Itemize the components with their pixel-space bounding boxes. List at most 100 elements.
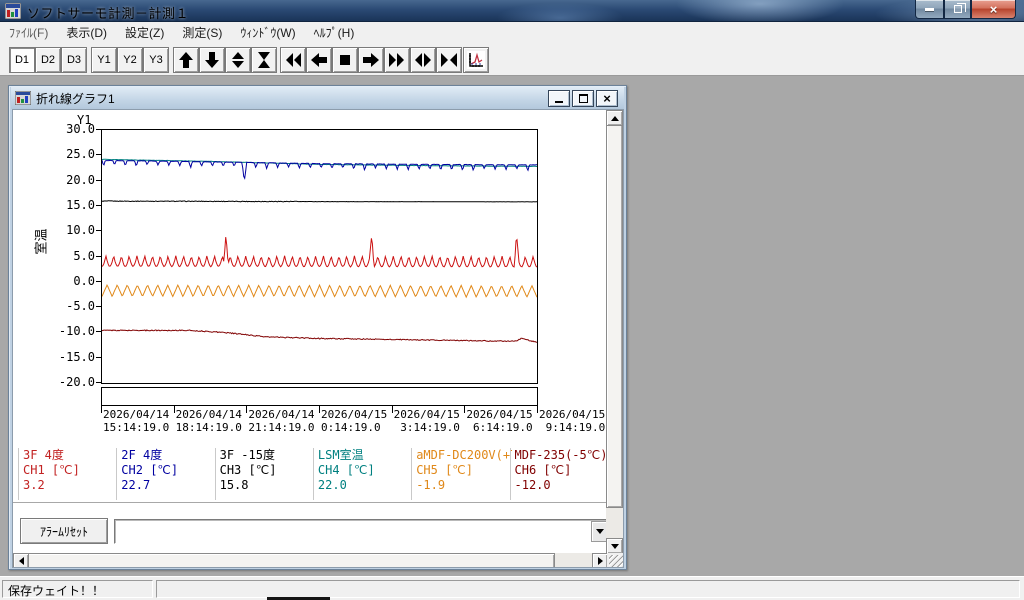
close-icon: × <box>990 3 998 16</box>
y-tick-label: 30.0 <box>51 122 95 136</box>
x-tick-mark <box>319 406 320 413</box>
toolbar-button-fast-forward-double-right-icon[interactable] <box>384 47 410 73</box>
scroll-right-button[interactable] <box>592 553 608 568</box>
legend-channel: CH2 [℃] <box>121 463 217 478</box>
close-button[interactable]: × <box>971 0 1016 19</box>
x-tick-mark <box>537 406 538 413</box>
menu-item-0[interactable]: ﾌｧｲﾙ(F) <box>0 22 57 43</box>
legend-channel: CH3 [℃] <box>220 463 316 478</box>
x-tick-date: 2026/04/14 <box>176 408 242 421</box>
alarm-reset-button[interactable]: ｱﾗｰﾑﾘｾｯﾄ <box>20 518 108 544</box>
menu-item-5[interactable]: ﾍﾙﾌﾟ(H) <box>305 22 364 43</box>
x-tick-date: 2026/04/15 <box>539 408 605 421</box>
x-tick-time: 15:14:19.0 <box>103 421 169 434</box>
legend-channel-3: 3F -15度CH3 [℃]15.8 <box>220 448 316 493</box>
legend-name: LSM室温 <box>318 448 414 463</box>
series-line-ch6 <box>102 330 537 342</box>
scroll-left-button[interactable] <box>13 553 29 568</box>
menu-item-2[interactable]: 設定(Z) <box>116 22 173 43</box>
status-message: 保存ウェイト！！ <box>2 580 153 598</box>
toolbar-button-scroll-down-arrow-down-icon[interactable] <box>199 47 225 73</box>
toolbar: D1D2D3Y1Y2Y3 <box>0 42 1024 76</box>
graph-maximize-button[interactable] <box>572 90 594 107</box>
toolbar-button-rewind-double-left-icon[interactable] <box>280 47 306 73</box>
arrow-up-icon <box>611 116 619 121</box>
y-tick-label: -20.0 <box>51 375 95 389</box>
plot-area <box>101 129 538 384</box>
toolbar-button-scroll-up-arrow-up-icon[interactable] <box>173 47 199 73</box>
x-tick-date: 2026/04/15 <box>394 408 460 421</box>
screen: ソフトサーモ計測－計測１ × ﾌｧｲﾙ(F)表示(D)設定(Z)測定(S)ｳｨﾝ… <box>0 0 1024 600</box>
window-title: ソフトサーモ計測－計測１ <box>27 3 189 22</box>
horizontal-scrollbar[interactable] <box>13 553 608 568</box>
legend-value: -1.9 <box>416 478 512 493</box>
menu-item-4[interactable]: ｳｨﾝﾄﾞｳ(W) <box>231 22 304 43</box>
legend-value: 3.2 <box>23 478 119 493</box>
minimize-icon <box>925 8 934 11</box>
toolbar-button-y1[interactable]: Y1 <box>91 47 117 73</box>
vertical-scrollbar[interactable] <box>606 110 623 554</box>
arrow-right-icon <box>598 557 603 565</box>
toolbar-button-shrink-horizontal-collapse-horz-icon[interactable] <box>436 47 462 73</box>
scroll-down-button[interactable] <box>606 538 623 554</box>
y-tick-label: 25.0 <box>51 147 95 161</box>
graph-close-button[interactable]: × <box>596 90 618 107</box>
horizontal-scrollbar-thumb[interactable] <box>13 553 555 568</box>
app-icon <box>5 3 21 19</box>
x-tick-time: 0:14:19.0 <box>321 421 381 434</box>
x-tick-date: 2026/04/14 <box>103 408 169 421</box>
legend-channel-6: MDF-235(-5℃)CH6 [℃]-12.0 <box>515 448 611 493</box>
x-tick-time: 21:14:19.0 <box>248 421 314 434</box>
graph-window-titlebar[interactable]: 折れ線グラフ1 × <box>11 87 624 109</box>
toolbar-button-step-left-arrow-left-icon[interactable] <box>306 47 332 73</box>
arrow-left-icon <box>19 557 24 565</box>
x-tick-mark <box>392 406 393 413</box>
chart-lines <box>102 130 537 383</box>
separator-line <box>13 502 624 504</box>
caption-buttons: × <box>915 0 1016 19</box>
toolbar-button-expand-horizontal-expand-horz-icon[interactable] <box>410 47 436 73</box>
scroll-up-button[interactable] <box>606 110 623 126</box>
x-tick-time: 6:14:19.0 <box>466 421 532 434</box>
y-tick-label: -10.0 <box>51 324 95 338</box>
legend-channel-2: 2F 4度CH2 [℃]22.7 <box>121 448 217 493</box>
toolbar-button-stop-stop-square-icon[interactable] <box>332 47 358 73</box>
legend-value: -12.0 <box>515 478 611 493</box>
toolbar-button-graph-settings-chart-icon[interactable] <box>463 47 489 73</box>
menu-item-3[interactable]: 測定(S) <box>173 22 231 43</box>
legend-separator <box>18 448 19 500</box>
x-tick-date: 2026/04/14 <box>248 408 314 421</box>
x-tick-date: 2026/04/15 <box>466 408 532 421</box>
legend-value: 15.8 <box>220 478 316 493</box>
toolbar-button-expand-vertical-expand-vert-icon[interactable] <box>225 47 251 73</box>
alarm-combo-box[interactable] <box>114 519 610 544</box>
graph-minimize-icon <box>555 101 563 103</box>
x-tick-mark <box>464 406 465 413</box>
arrow-down-icon <box>611 544 619 549</box>
toolbar-button-y2[interactable]: Y2 <box>117 47 143 73</box>
toolbar-button-y3[interactable]: Y3 <box>143 47 169 73</box>
graph-minimize-button[interactable] <box>548 90 570 107</box>
toolbar-button-d1[interactable]: D1 <box>9 47 35 73</box>
window-titlebar: ソフトサーモ計測－計測１ × <box>0 0 1024 22</box>
toolbar-button-d2[interactable]: D2 <box>35 47 61 73</box>
legend-name: MDF-235(-5℃) <box>515 448 611 463</box>
y-tick-label: -15.0 <box>51 350 95 364</box>
graph-window-icon <box>15 91 31 105</box>
legend-channel-1: 3F 4度CH1 [℃]3.2 <box>23 448 119 493</box>
x-tick-mark <box>174 406 175 413</box>
resize-grip[interactable] <box>607 553 623 568</box>
toolbar-button-step-right-arrow-right-icon[interactable] <box>358 47 384 73</box>
menu-item-1[interactable]: 表示(D) <box>57 22 116 43</box>
vertical-scrollbar-thumb[interactable] <box>606 124 623 508</box>
legend-name: 3F 4度 <box>23 448 119 463</box>
restore-button[interactable] <box>944 0 971 19</box>
minimize-button[interactable] <box>915 0 944 19</box>
mdi-area: 折れ線グラフ1 × Y1 室温 30.025.020.015.010.05.00… <box>0 76 1024 576</box>
legend-name: 2F 4度 <box>121 448 217 463</box>
toolbar-button-d3[interactable]: D3 <box>61 47 87 73</box>
chevron-down-icon <box>596 529 604 534</box>
toolbar-button-shrink-vertical-hourglass-icon[interactable] <box>251 47 277 73</box>
alarm-strip <box>101 387 538 406</box>
status-bar: 保存ウェイト！！ <box>0 576 1024 600</box>
